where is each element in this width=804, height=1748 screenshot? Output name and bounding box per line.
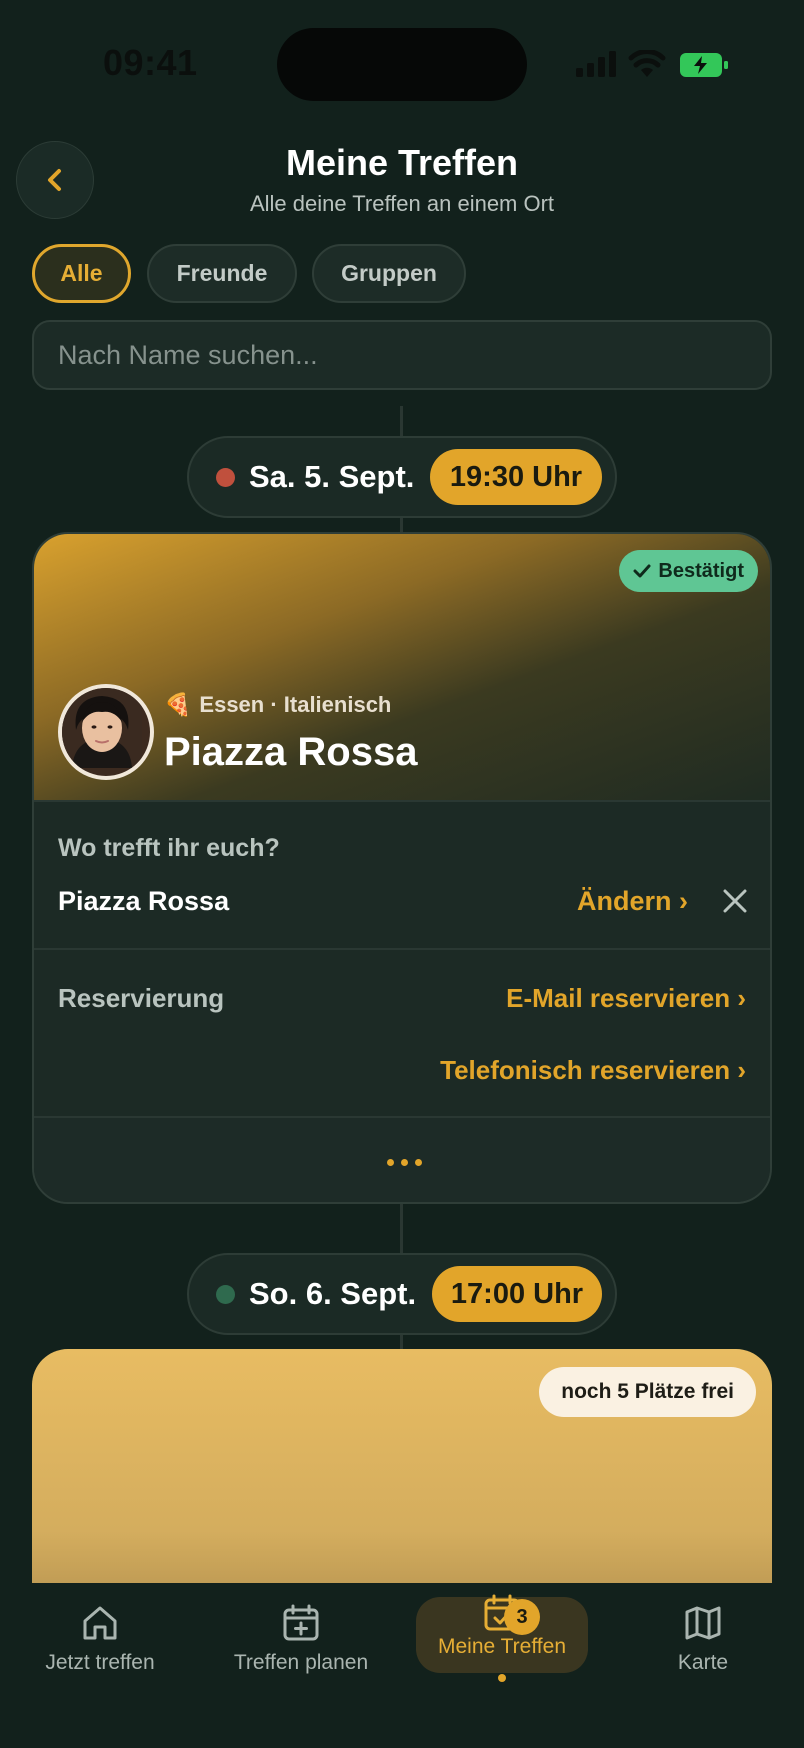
status-dot [216, 1285, 235, 1304]
active-indicator-dot [498, 1674, 506, 1682]
email-reserve-link[interactable]: E-Mail reservieren › [506, 983, 746, 1014]
person-photo [62, 688, 142, 768]
bottom-navigation: Jetzt treffen Treffen planen 3 Meine Tre… [0, 1583, 804, 1748]
timeline-line [400, 1204, 403, 1254]
nav-icon-wrapper: 3 [482, 1593, 540, 1635]
map-icon [685, 1606, 721, 1640]
page-subtitle: Alle deine Treffen an einem Ort [249, 191, 555, 216]
location-name: Piazza Rossa [58, 886, 230, 916]
status-label: Bestätigt [658, 559, 744, 582]
divider [34, 948, 770, 950]
time-badge: 17:00 Uhr [432, 1266, 602, 1322]
status-badge: Bestätigt [619, 550, 758, 592]
card-hero: Bestätigt 🍕 Essen · Italienisch Piazza R… [34, 534, 770, 800]
date-label: So. 6. Sept. [249, 1276, 417, 1311]
nav-item-jetzt-treffen[interactable]: Jetzt treffen [10, 1603, 190, 1723]
filter-chip-gruppen[interactable]: Gruppen [312, 244, 466, 303]
venue-title: Piazza Rossa [164, 730, 418, 774]
page-title: Meine Treffen [285, 142, 519, 183]
meeting-card[interactable]: noch 5 Plätze frei [32, 1349, 772, 1609]
check-icon [633, 564, 651, 578]
filter-chip-freunde[interactable]: Freunde [147, 244, 297, 303]
spots-badge: noch 5 Plätze frei [539, 1367, 756, 1417]
date-header: So. 6. Sept. 17:00 Uhr [187, 1253, 617, 1335]
status-time: 09:41 [103, 42, 198, 83]
avatar[interactable] [58, 684, 154, 780]
timeline-line [400, 406, 403, 440]
dynamic-island [277, 28, 527, 101]
divider [34, 800, 770, 802]
wifi-icon [628, 50, 666, 77]
change-location-link[interactable]: Ändern › [577, 886, 688, 917]
category-label: 🍕 Essen · Italienisch [164, 692, 392, 717]
nav-item-karte[interactable]: Karte [613, 1603, 793, 1723]
date-header: Sa. 5. Sept. 19:30 Uhr [187, 436, 617, 518]
battery-icon [680, 53, 728, 77]
cellular-signal-icon [576, 51, 616, 77]
meeting-card[interactable]: Bestätigt 🍕 Essen · Italienisch Piazza R… [32, 532, 772, 1204]
home-icon [83, 1606, 117, 1640]
reservation-label: Reservierung [58, 983, 225, 1013]
nav-label: Karte [677, 1651, 729, 1674]
date-label: Sa. 5. Sept. [249, 459, 415, 494]
nav-item-treffen-planen[interactable]: Treffen planen [211, 1603, 391, 1723]
phone-reserve-link[interactable]: Telefonisch reservieren › [440, 1055, 746, 1086]
location-question: Wo trefft ihr euch? [58, 834, 280, 862]
nav-label: Meine Treffen [437, 1635, 567, 1658]
time-badge: 19:30 Uhr [430, 449, 602, 505]
close-icon[interactable] [718, 884, 752, 918]
notification-badge: 3 [504, 1599, 540, 1635]
more-dot [400, 1158, 408, 1166]
more-options-button[interactable] [34, 1118, 770, 1202]
nav-label: Treffen planen [233, 1651, 369, 1674]
search-input[interactable]: Nach Name suchen... [32, 320, 772, 390]
calendar-plus-icon [283, 1604, 319, 1641]
status-dot [216, 468, 235, 487]
more-dot [414, 1158, 422, 1166]
nav-item-meine-treffen[interactable]: 3 Meine Treffen [412, 1593, 592, 1713]
more-dot [386, 1158, 394, 1166]
nav-label: Jetzt treffen [45, 1651, 155, 1674]
filter-chip-alle[interactable]: Alle [32, 244, 131, 303]
pizza-icon: 🍕 [164, 692, 192, 717]
